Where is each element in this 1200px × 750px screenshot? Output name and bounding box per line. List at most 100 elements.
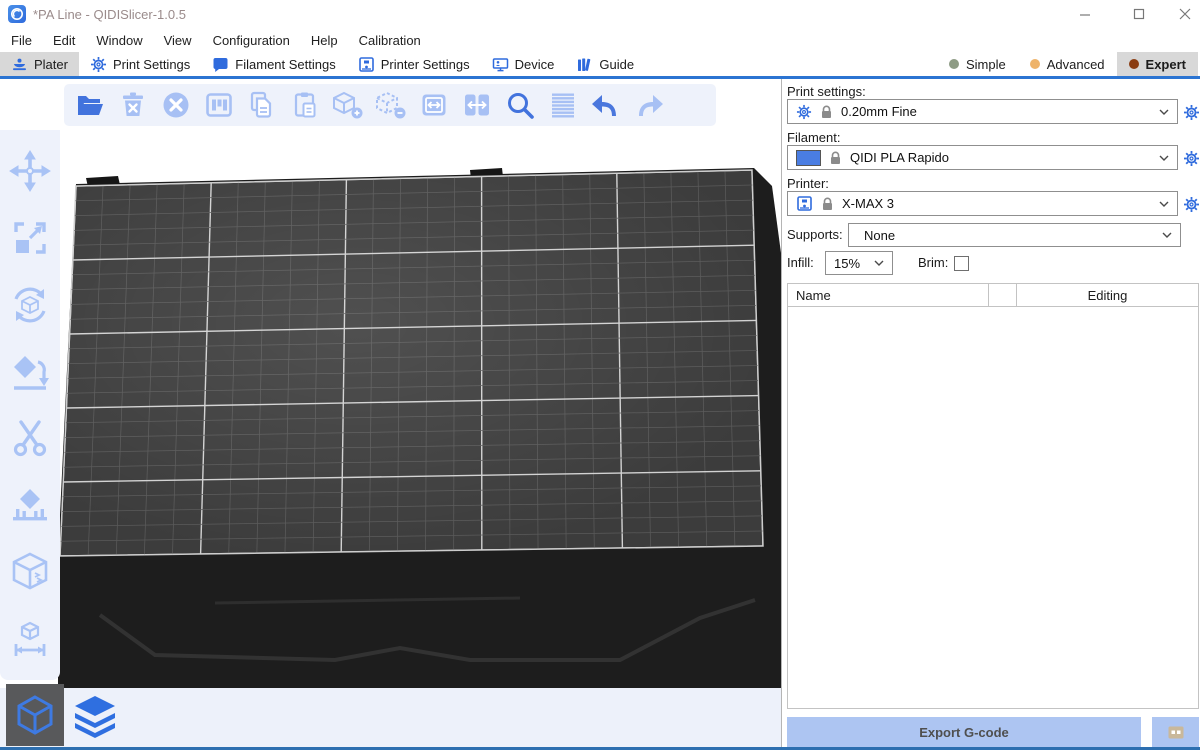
tab-printer-settings[interactable]: Printer Settings (347, 52, 481, 76)
tab-label: Filament Settings (235, 57, 335, 72)
export-to-sd-button[interactable] (1152, 717, 1199, 747)
minimize-button[interactable] (1062, 0, 1108, 28)
open-icon[interactable] (74, 89, 106, 121)
chevron-down-icon (1159, 155, 1169, 161)
mode-simple[interactable]: Simple (937, 52, 1018, 76)
column-extruder[interactable] (989, 284, 1017, 306)
guide-books-icon (576, 56, 593, 73)
plater-icon (11, 56, 28, 73)
infill-select[interactable]: 15% (825, 251, 893, 275)
simple-dot-icon (949, 59, 959, 69)
cut-icon[interactable] (7, 415, 53, 461)
preview-icon[interactable] (68, 690, 122, 746)
tab-device[interactable]: Device (481, 52, 566, 76)
measure-icon[interactable] (7, 616, 53, 662)
undo-icon[interactable] (590, 89, 622, 121)
settings-panel: Print settings: 0.20mm Fine (782, 79, 1200, 747)
rotate-icon[interactable] (7, 282, 53, 328)
column-editing[interactable]: Editing (1017, 284, 1198, 306)
printer-gear-button[interactable] (1182, 195, 1200, 213)
supports-select[interactable]: None (848, 223, 1181, 247)
scale-icon[interactable] (7, 215, 53, 261)
filament-value: QIDI PLA Rapido (850, 150, 1151, 165)
close-button[interactable] (1162, 0, 1200, 28)
column-name[interactable]: Name (788, 284, 989, 306)
filament-icon (212, 56, 229, 73)
view-bar (0, 688, 781, 747)
tab-plater[interactable]: Plater (0, 52, 79, 76)
tab-guide[interactable]: Guide (565, 52, 645, 76)
menu-view[interactable]: View (161, 31, 195, 50)
place-on-face-icon[interactable] (7, 349, 53, 395)
copy-icon[interactable] (246, 89, 278, 121)
redo-icon[interactable] (633, 89, 665, 121)
mode-label: Simple (966, 57, 1006, 72)
menu-edit[interactable]: Edit (50, 31, 78, 50)
print-settings-label: Print settings: (787, 84, 866, 99)
search-icon[interactable] (504, 89, 536, 121)
object-table-body[interactable] (787, 307, 1199, 709)
brim-checkbox[interactable] (954, 256, 969, 271)
printer-frame-icon (358, 56, 375, 73)
3d-viewport[interactable] (0, 79, 781, 747)
move-icon[interactable] (7, 148, 53, 194)
tab-label: Plater (34, 57, 68, 72)
chevron-down-icon (1159, 201, 1169, 207)
filament-select[interactable]: QIDI PLA Rapido (787, 145, 1178, 170)
gizmo-bar (0, 130, 60, 680)
print-settings-value: 0.20mm Fine (841, 104, 1151, 119)
print-settings-gear-icon (90, 56, 107, 73)
mode-expert[interactable]: Expert (1117, 52, 1198, 76)
chevron-down-icon (1162, 232, 1172, 238)
tab-print-settings[interactable]: Print Settings (79, 52, 201, 76)
arrange-icon[interactable] (203, 89, 235, 121)
printer-select[interactable]: X-MAX 3 (787, 191, 1178, 216)
printer-value: X-MAX 3 (842, 196, 1151, 211)
print-settings-select[interactable]: 0.20mm Fine (787, 99, 1178, 124)
window-title: *PA Line - QIDISlicer-1.0.5 (33, 7, 186, 22)
mode-label: Advanced (1047, 57, 1105, 72)
seam-icon[interactable] (7, 549, 53, 595)
filament-gear-button[interactable] (1182, 149, 1200, 167)
object-table: Name Editing (787, 283, 1199, 709)
filament-color-swatch (796, 150, 821, 166)
infill-label: Infill: (787, 251, 814, 275)
tab-label: Device (515, 57, 555, 72)
export-gcode-button[interactable]: Export G-code (787, 717, 1141, 747)
variable-layer-height-icon[interactable] (547, 89, 579, 121)
remove-instance-icon[interactable] (375, 89, 407, 121)
add-instance-icon[interactable] (332, 89, 364, 121)
object-table-header: Name Editing (787, 283, 1199, 307)
device-monitor-icon (492, 56, 509, 73)
expert-dot-icon (1129, 59, 1139, 69)
tab-label: Print Settings (113, 57, 190, 72)
printer-icon (796, 195, 813, 212)
3d-editor-view-icon[interactable] (6, 684, 64, 746)
print-settings-gear-button[interactable] (1182, 103, 1200, 121)
supports-value: None (864, 228, 1154, 243)
printer-label: Printer: (787, 176, 829, 191)
menu-calibration[interactable]: Calibration (356, 31, 424, 50)
advanced-dot-icon (1030, 59, 1040, 69)
main-toolbar (64, 84, 716, 126)
supports-label: Supports: (787, 223, 843, 247)
delete-all-icon[interactable] (160, 89, 192, 121)
lock-icon (821, 197, 834, 211)
lock-icon (829, 151, 842, 165)
tab-filament-settings[interactable]: Filament Settings (201, 52, 346, 76)
menu-help[interactable]: Help (308, 31, 341, 50)
split-to-objects-icon[interactable] (418, 89, 450, 121)
menu-bar: File Edit Window View Configuration Help… (0, 28, 1200, 52)
mode-advanced[interactable]: Advanced (1018, 52, 1117, 76)
mode-switcher: Simple Advanced Expert (937, 52, 1198, 76)
maximize-button[interactable] (1116, 0, 1162, 28)
paste-icon[interactable] (289, 89, 321, 121)
menu-window[interactable]: Window (93, 31, 145, 50)
brim-label: Brim: (918, 251, 948, 275)
menu-file[interactable]: File (8, 31, 35, 50)
sd-card-icon (1168, 726, 1184, 739)
split-to-parts-icon[interactable] (461, 89, 493, 121)
menu-configuration[interactable]: Configuration (210, 31, 293, 50)
delete-icon[interactable] (117, 89, 149, 121)
paint-on-supports-icon[interactable] (7, 482, 53, 528)
